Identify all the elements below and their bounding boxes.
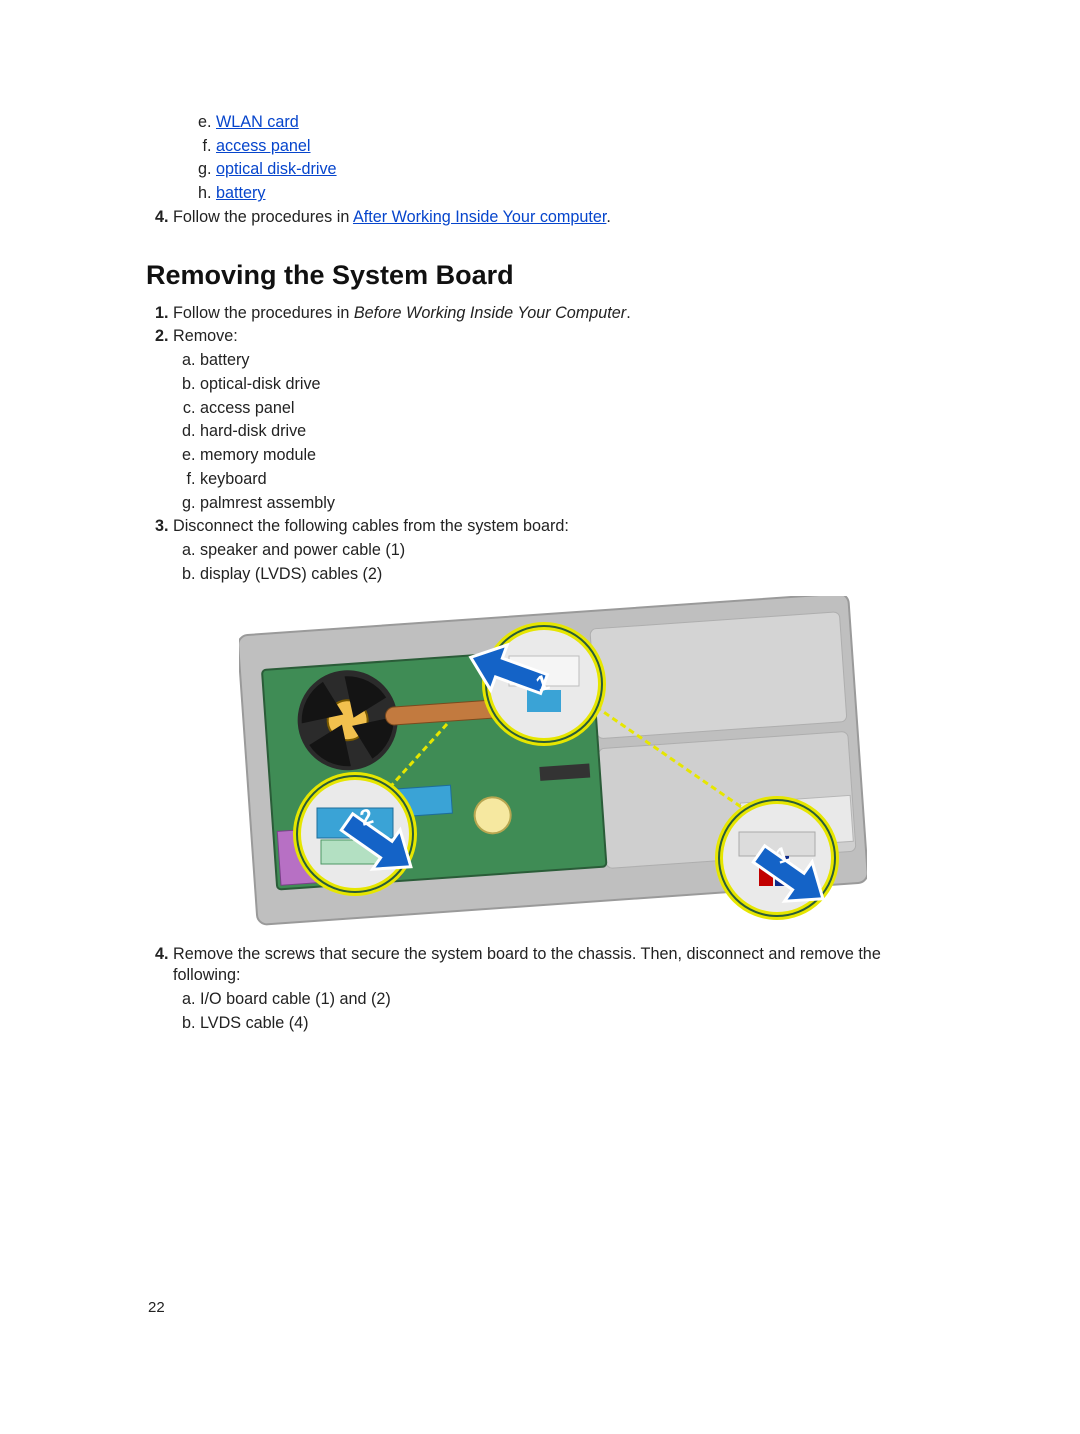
step-2-sublist: battery optical-disk drive access panel … (170, 350, 945, 513)
step-text: Follow the procedures in (173, 208, 353, 226)
step-text: Remove: (173, 327, 238, 345)
step-suffix: . (606, 208, 611, 226)
step-follow-after: Follow the procedures in After Working I… (173, 207, 945, 228)
link-wlan-card[interactable]: WLAN card (216, 113, 299, 131)
step-4: Remove the screws that secure the system… (173, 944, 945, 1033)
callout-detail-1: 1 (719, 800, 837, 918)
sublist-item: LVDS cable (4) (200, 1013, 945, 1034)
page-number: 22 (148, 1299, 165, 1316)
link-battery[interactable]: battery (216, 184, 266, 202)
step-text: Disconnect the following cables from the… (173, 517, 569, 535)
sublist-item: speaker and power cable (1) (200, 540, 945, 561)
step-2: Remove: battery optical-disk drive acces… (173, 326, 945, 513)
sublist-item: keyboard (200, 469, 945, 490)
sublist-item: optical disk-drive (216, 159, 945, 180)
step-suffix: . (626, 304, 631, 322)
sublist-item: WLAN card (216, 112, 945, 133)
sublist-item: hard-disk drive (200, 421, 945, 442)
step-1: Follow the procedures in Before Working … (173, 303, 945, 324)
step-text: Follow the procedures in (173, 304, 354, 322)
step-3: Disconnect the following cables from the… (173, 516, 945, 926)
step-italic: Before Working Inside Your Computer (354, 304, 626, 322)
sublist-item: battery (216, 183, 945, 204)
figure-system-board: 1 2 (239, 596, 867, 926)
sublist-item: I/O board cable (1) and (2) (200, 989, 945, 1010)
link-access-panel[interactable]: access panel (216, 137, 311, 155)
sublist-item: access panel (200, 398, 945, 419)
sublist-item: battery (200, 350, 945, 371)
document-page: WLAN card access panel optical disk-driv… (0, 0, 1080, 1434)
section-heading: Removing the System Board (146, 260, 945, 291)
sublist-item: palmrest assembly (200, 493, 945, 514)
continuation-numbered-list: Follow the procedures in After Working I… (143, 207, 945, 228)
step-4-sublist: I/O board cable (1) and (2) LVDS cable (… (170, 989, 945, 1033)
step-text: Remove the screws that secure the system… (173, 945, 881, 984)
system-board-svg: 1 2 (239, 596, 867, 926)
step-3-sublist: speaker and power cable (1) display (LVD… (170, 540, 945, 584)
procedure-numbered-list: Follow the procedures in Before Working … (143, 303, 945, 1034)
sublist-item: access panel (216, 136, 945, 157)
sublist-item: optical-disk drive (200, 374, 945, 395)
continuation-sublist: WLAN card access panel optical disk-driv… (194, 112, 945, 204)
sublist-item: memory module (200, 445, 945, 466)
sublist-item: display (LVDS) cables (2) (200, 564, 945, 585)
link-after-working[interactable]: After Working Inside Your computer (353, 208, 606, 226)
link-optical-disk-drive[interactable]: optical disk-drive (216, 160, 337, 178)
